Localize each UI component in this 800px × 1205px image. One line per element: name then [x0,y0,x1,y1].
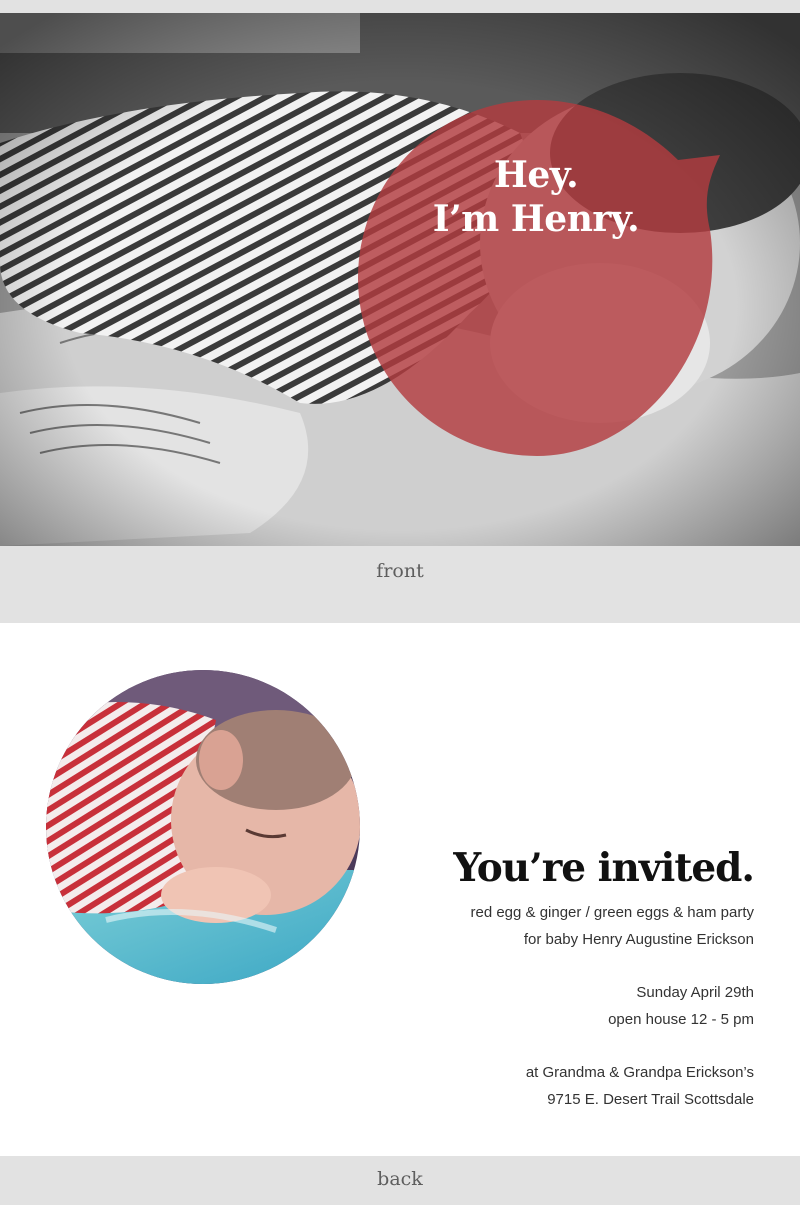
front-headline: Hey. I’m Henry. [358,153,714,241]
front-caption-band: front [0,546,800,623]
front-caption: front [376,560,424,582]
headline-line-2: I’m Henry. [432,198,640,240]
invitation-front: Hey. I’m Henry. [0,13,800,546]
back-caption-band: back [0,1156,800,1205]
headline-line-1: Hey. [493,154,579,196]
event-host: at Grandma & Grandpa Erickson’s [525,1064,754,1081]
baby-circle-photo [46,670,360,984]
party-name: red egg & ginger / green eggs & ham part… [470,904,754,921]
event-address: 9715 E. Desert Trail Scottsdale [547,1091,754,1108]
event-time: open house 12 - 5 pm [608,1011,754,1028]
back-caption: back [377,1168,423,1190]
invite-heading: You’re invited. [453,845,755,891]
event-date: Sunday April 29th [636,984,754,1001]
invitation-text: You’re invited. red egg & ginger / green… [334,843,755,1113]
baby-name: for baby Henry Augustine Erickson [523,931,754,948]
baby-awake-photo [46,670,360,984]
top-strip [0,0,800,13]
invitation-back: You’re invited. red egg & ginger / green… [0,623,800,1156]
